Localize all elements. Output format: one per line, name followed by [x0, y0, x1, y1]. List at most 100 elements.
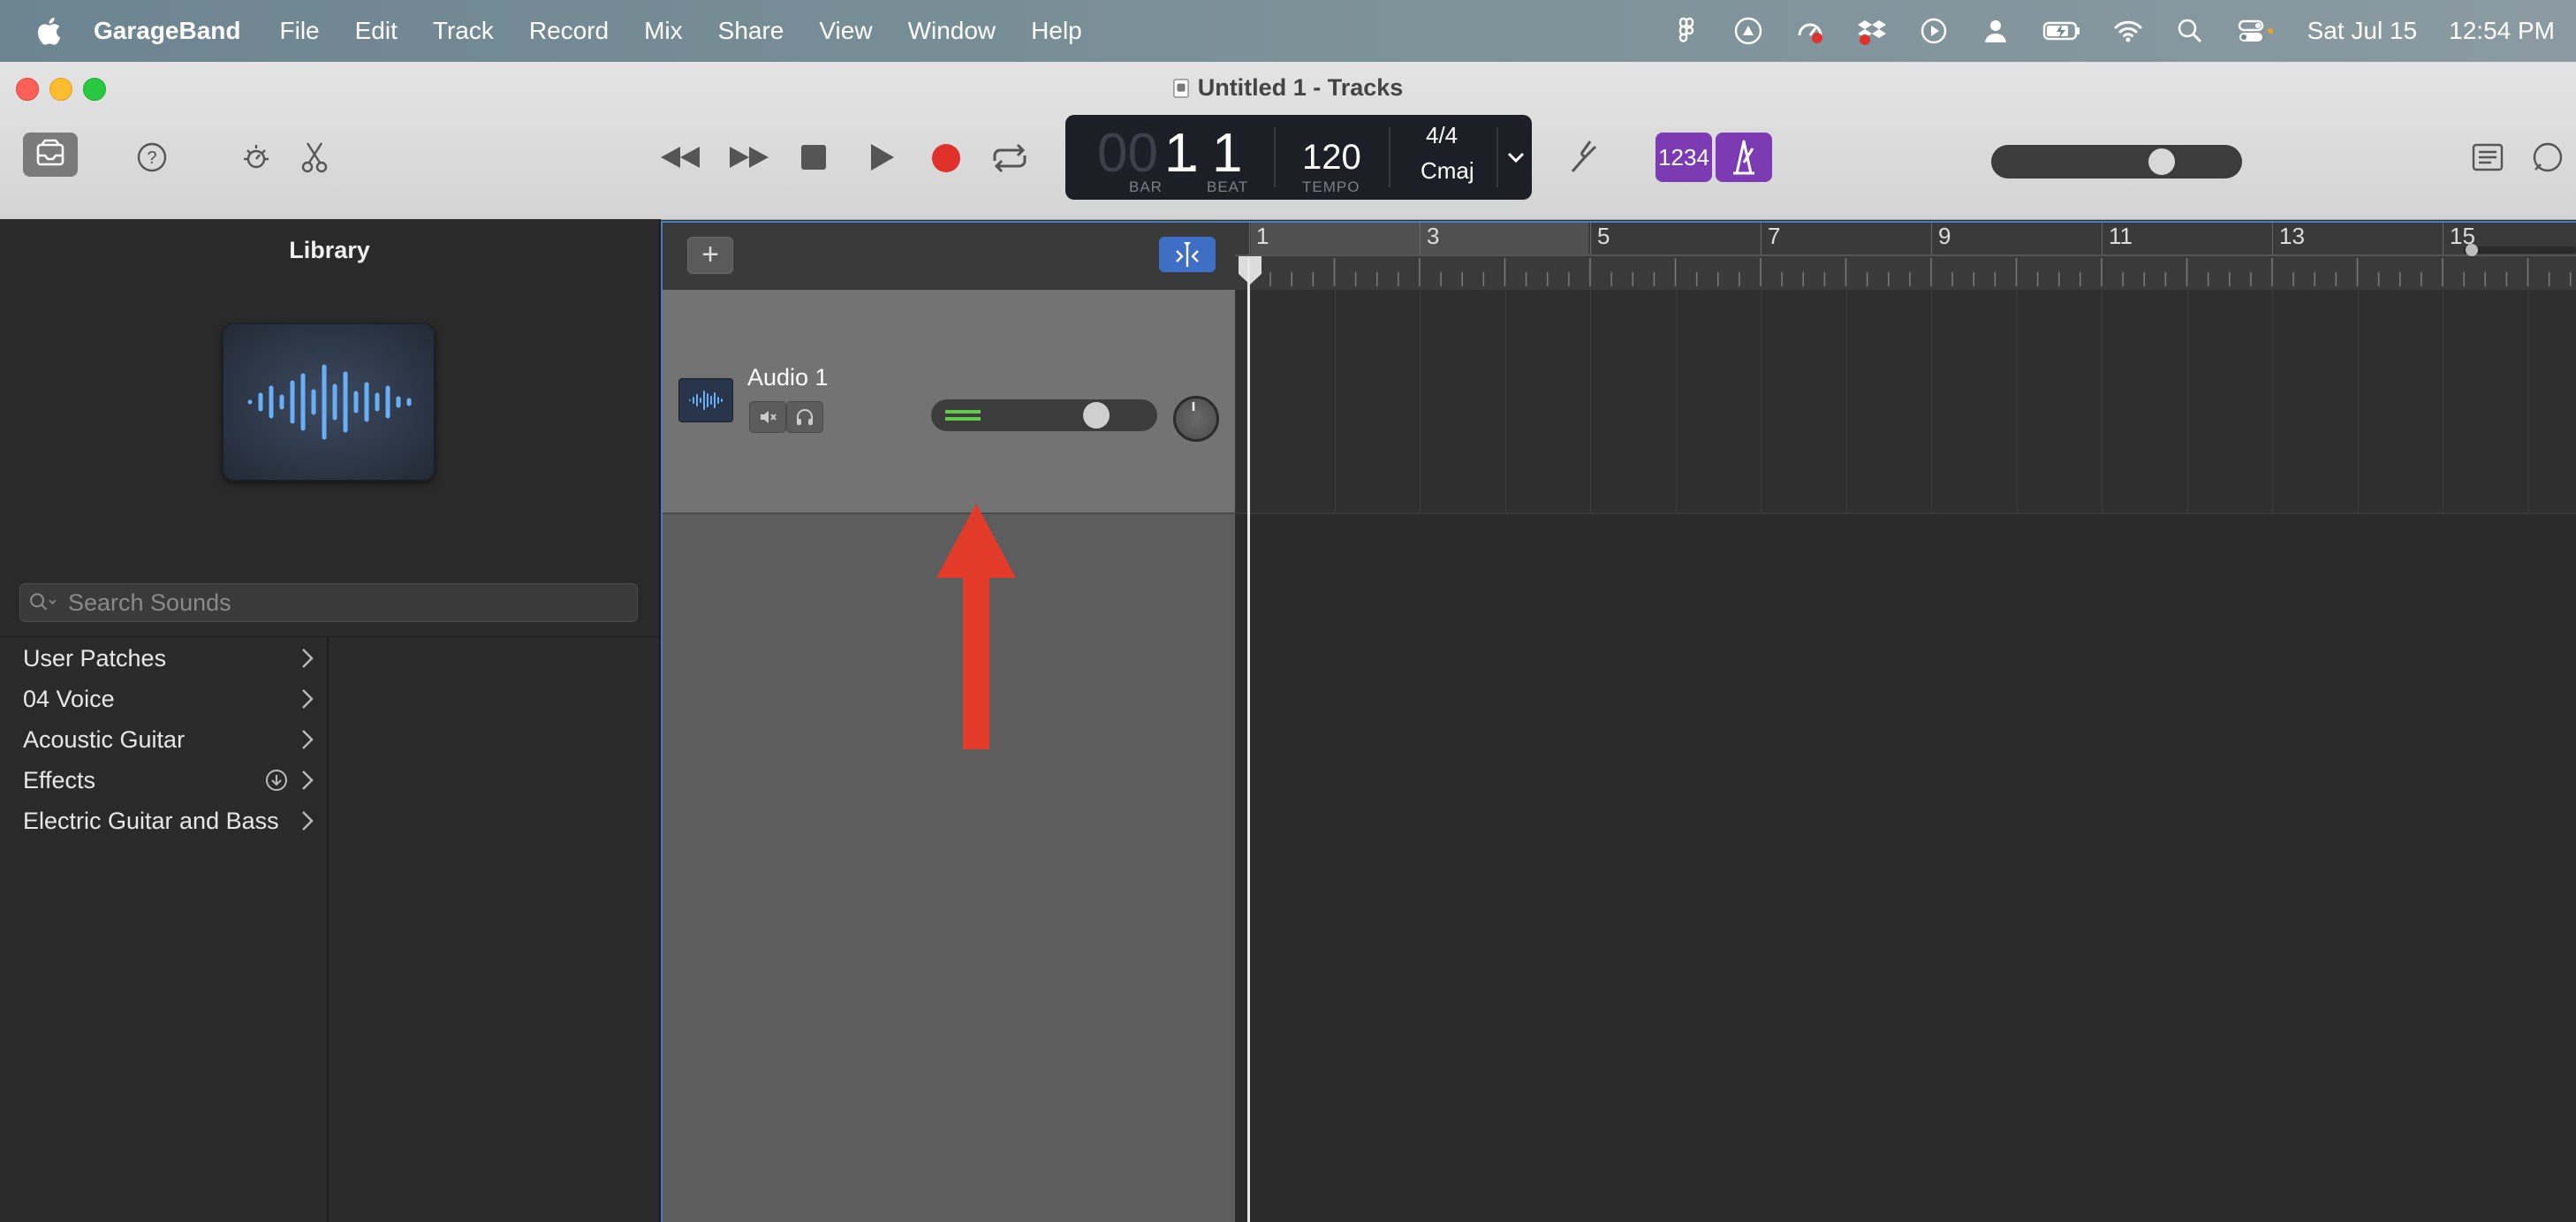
track-volume-slider[interactable] — [931, 399, 1157, 431]
lcd-beat-label: BEAT — [1207, 178, 1249, 195]
track-pan-knob[interactable] — [1173, 396, 1219, 442]
download-icon[interactable] — [265, 769, 288, 792]
metronome-button[interactable] — [1716, 133, 1772, 182]
wifi-icon[interactable] — [2113, 16, 2143, 46]
bar-line — [1249, 223, 1250, 254]
library-patch-thumbnail — [223, 323, 435, 481]
grid-line — [2357, 290, 2359, 512]
help-button[interactable]: ? — [134, 140, 170, 175]
grid-line — [2527, 290, 2529, 512]
lcd-tempo-value[interactable]: 120 — [1302, 138, 1361, 178]
bar-line — [2272, 223, 2273, 254]
control-center-icon[interactable] — [2237, 16, 2276, 46]
track-name[interactable]: Audio 1 — [747, 364, 829, 391]
lcd-key[interactable]: Cmaj — [1421, 157, 1474, 185]
record-button[interactable] — [928, 140, 965, 177]
grid-line — [1420, 290, 1421, 512]
playhead[interactable] — [1247, 258, 1250, 1222]
library-item-label: Electric Guitar and Bass — [23, 807, 279, 834]
window-title: Untitled 1 - Tracks — [0, 74, 2576, 102]
lcd-bar-prefix: 00 — [1097, 123, 1158, 184]
tuner-button[interactable] — [1564, 136, 1602, 178]
user-icon[interactable] — [1981, 16, 2011, 46]
screen-recorder-icon[interactable] — [1795, 16, 1825, 46]
apple-logo-icon[interactable] — [35, 16, 62, 46]
rewind-icon — [661, 147, 700, 168]
library-category-list: User Patches 04 Voice Acoustic Guitar Ef… — [0, 638, 327, 841]
bar-number: 5 — [1597, 223, 1610, 249]
track-solo-button[interactable] — [786, 401, 823, 433]
catch-playhead-icon — [1176, 242, 1199, 267]
menu-file[interactable]: File — [280, 17, 320, 45]
window-title-text: Untitled 1 - Tracks — [1197, 74, 1404, 101]
master-volume-knob[interactable] — [2148, 148, 2175, 175]
smart-controls-button[interactable] — [237, 138, 276, 177]
library-item-effects[interactable]: Effects — [0, 760, 327, 801]
notepad-button[interactable] — [2470, 140, 2505, 175]
timeline-ruler[interactable]: 1 3 5 7 9 11 13 15 — [1235, 221, 2576, 292]
menu-mix[interactable]: Mix — [644, 17, 683, 45]
stop-icon — [801, 145, 826, 170]
menu-time[interactable]: 12:54 PM — [2449, 17, 2555, 45]
library-item-04-voice[interactable]: 04 Voice — [0, 679, 327, 719]
master-volume-slider[interactable] — [1991, 145, 2242, 178]
lcd-chevron-down-icon[interactable] — [1505, 147, 1527, 168]
menu-app-name[interactable]: GarageBand — [94, 17, 241, 45]
record-icon — [932, 144, 960, 172]
play-button[interactable] — [866, 140, 898, 175]
figma-icon[interactable] — [1671, 16, 1701, 46]
library-item-electric-guitar-and-bass[interactable]: Electric Guitar and Bass — [0, 801, 327, 841]
fast-forward-icon — [730, 147, 769, 168]
count-in-button[interactable]: 1234 — [1655, 133, 1712, 182]
track-volume-knob[interactable] — [1083, 402, 1110, 429]
playhead-handle-icon[interactable] — [1237, 254, 1263, 286]
library-item-label: User Patches — [23, 644, 167, 672]
bar-number: 11 — [2109, 223, 2133, 249]
audio-waveform-icon — [247, 364, 412, 440]
grid-line — [2016, 290, 2018, 512]
track-lane-audio-1[interactable] — [1235, 290, 2576, 514]
svg-text:?: ? — [147, 148, 156, 168]
lcd-separator — [1496, 127, 1498, 187]
library-toggle-button[interactable] — [23, 133, 78, 177]
library-icon — [36, 139, 64, 166]
search-icon — [30, 593, 57, 611]
rewind-button[interactable] — [657, 140, 703, 175]
play-circle-icon[interactable] — [1919, 16, 1949, 46]
menu-help[interactable]: Help — [1031, 17, 1082, 45]
divider — [0, 636, 659, 637]
track-icon — [678, 378, 733, 422]
menu-edit[interactable]: Edit — [355, 17, 398, 45]
lcd-separator — [1274, 127, 1276, 187]
menu-window[interactable]: Window — [908, 17, 996, 45]
menu-share[interactable]: Share — [718, 17, 784, 45]
dropbox-icon[interactable] — [1857, 16, 1887, 46]
library-item-user-patches[interactable]: User Patches — [0, 638, 327, 679]
drive-icon[interactable] — [1733, 16, 1763, 46]
battery-icon[interactable] — [2042, 16, 2081, 46]
library-search-field[interactable]: Search Sounds — [19, 583, 638, 622]
add-track-button[interactable]: + — [687, 237, 733, 274]
editors-button[interactable] — [297, 138, 332, 177]
fast-forward-button[interactable] — [726, 140, 772, 175]
menu-record[interactable]: Record — [529, 17, 609, 45]
level-meter-icon — [945, 410, 981, 421]
loop-browser-button[interactable] — [2528, 138, 2567, 177]
lcd-display[interactable]: 00 1 . 1 BAR BEAT 120 TEMPO 4/4 Cmaj — [1065, 115, 1532, 200]
menu-view[interactable]: View — [819, 17, 872, 45]
tracks-timeline[interactable] — [1235, 258, 2576, 1222]
library-item-acoustic-guitar[interactable]: Acoustic Guitar — [0, 719, 327, 760]
catch-playhead-button[interactable] — [1159, 237, 1216, 272]
stop-button[interactable] — [799, 141, 829, 173]
lcd-time-signature[interactable]: 4/4 — [1426, 122, 1458, 149]
menu-track[interactable]: Track — [433, 17, 494, 45]
cycle-button[interactable] — [988, 138, 1032, 178]
track-mute-button[interactable] — [749, 401, 786, 433]
track-header-audio-1[interactable]: Audio 1 — [663, 290, 1237, 514]
chevron-right-icon — [302, 649, 314, 668]
zoom-slider[interactable] — [2454, 244, 2576, 256]
search-icon[interactable] — [2175, 16, 2205, 46]
grid-line — [1845, 290, 1847, 512]
menu-date[interactable]: Sat Jul 15 — [2307, 17, 2418, 45]
pan-indicator-icon — [1192, 402, 1195, 411]
